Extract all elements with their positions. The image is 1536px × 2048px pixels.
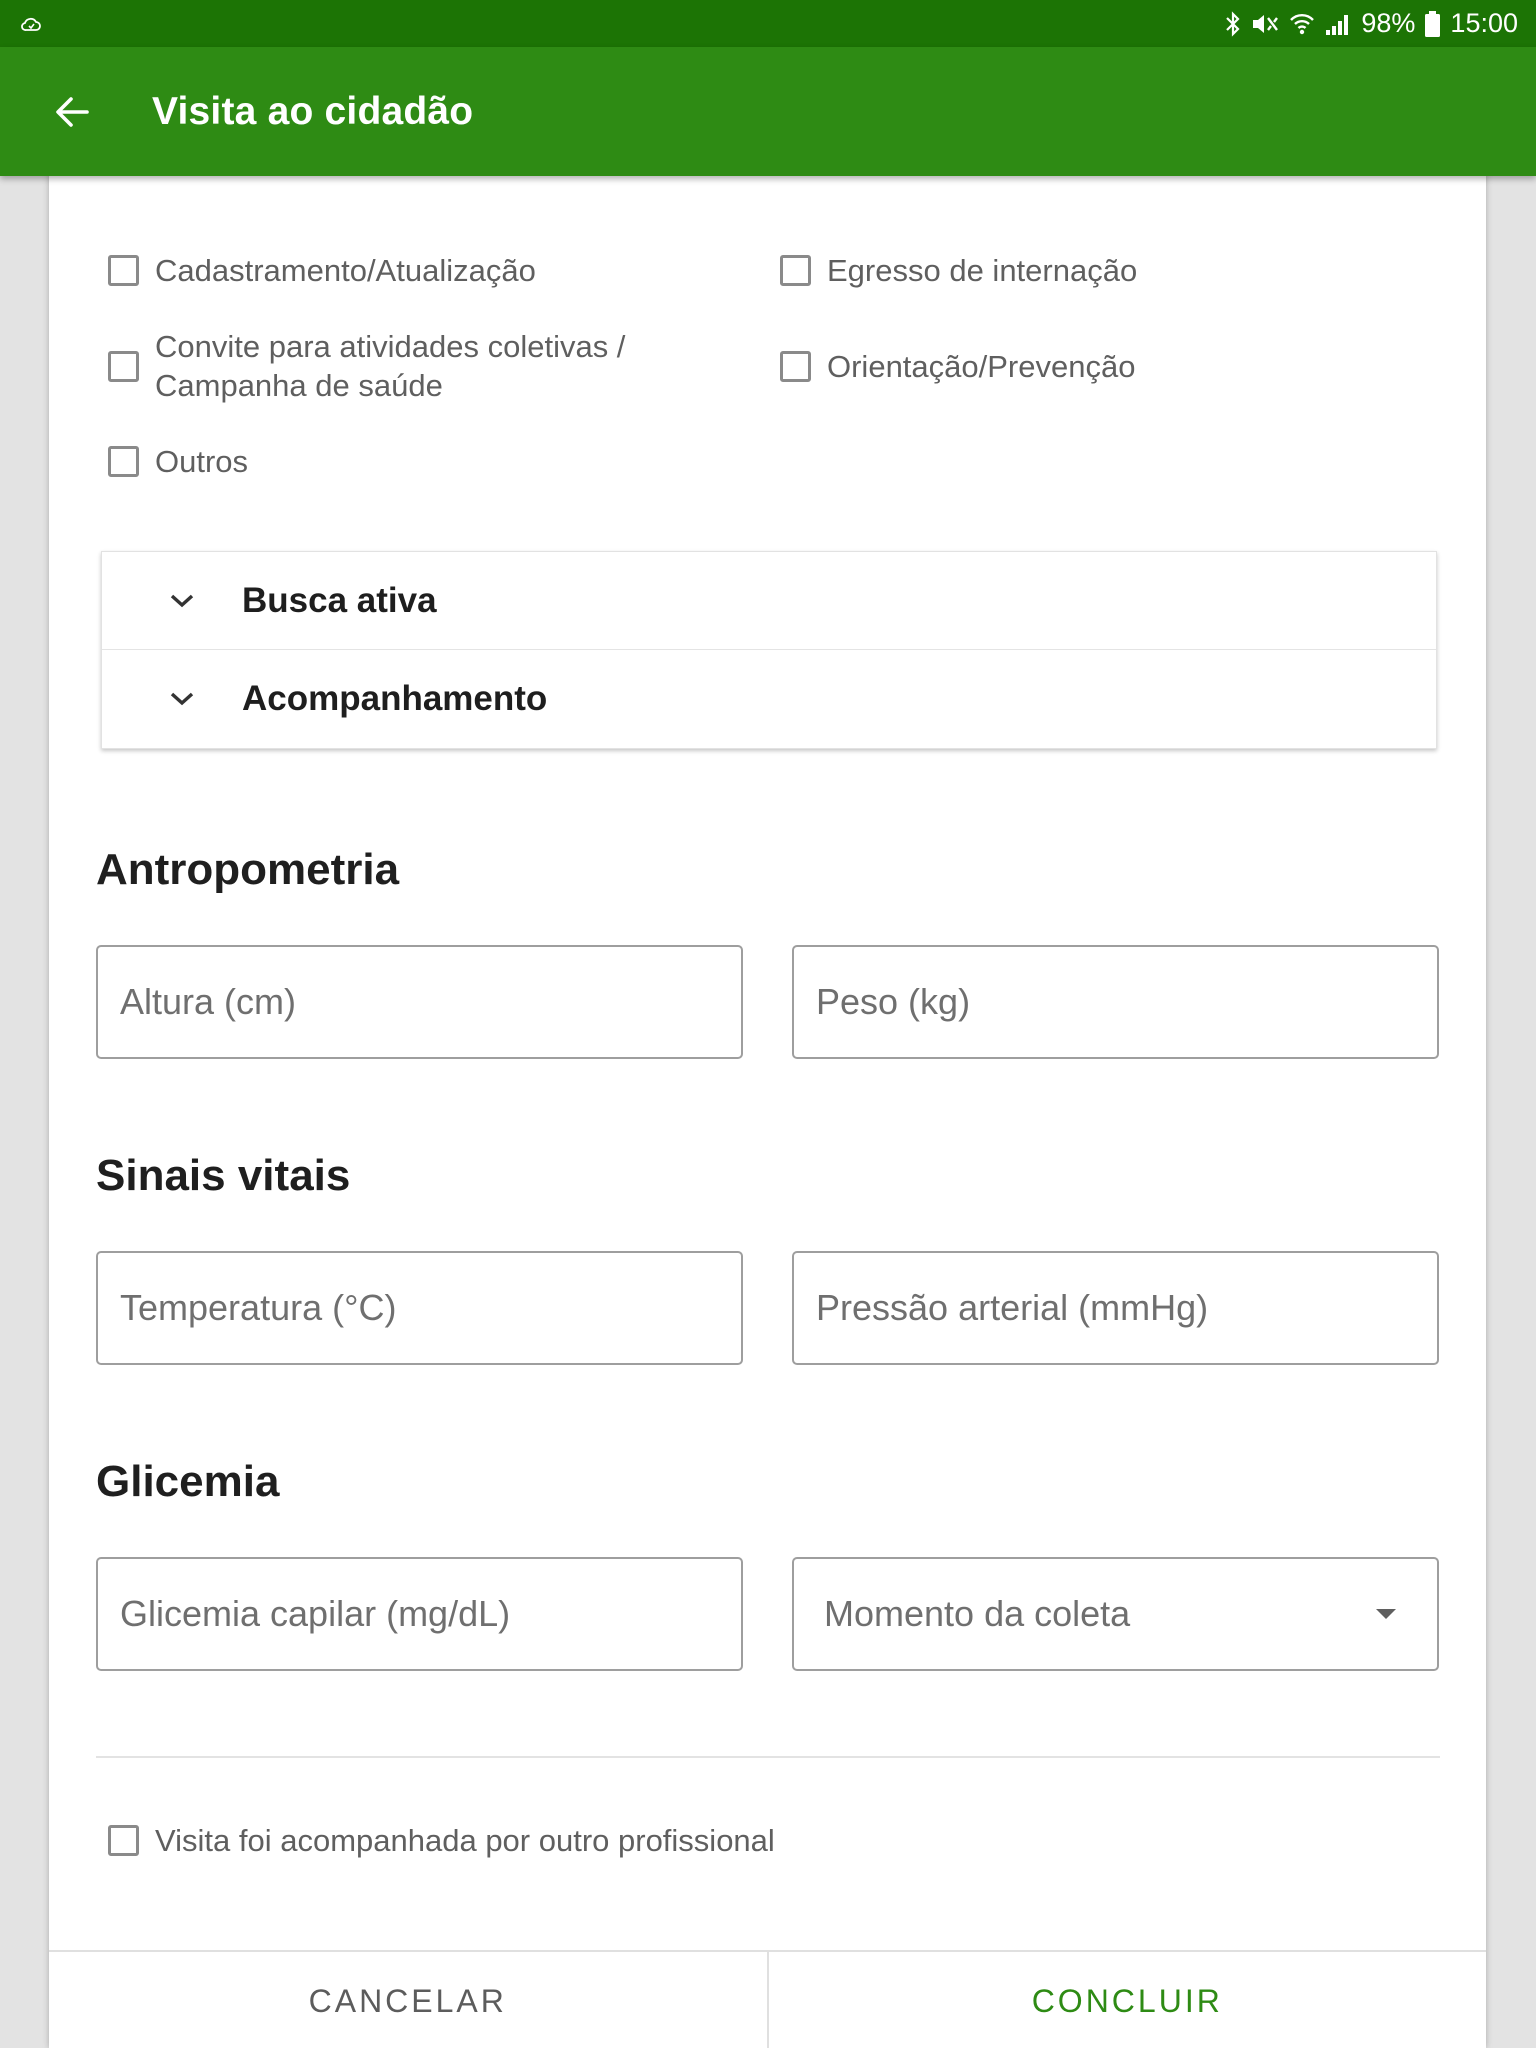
- momento-coleta-select[interactable]: Momento da coleta: [792, 1557, 1439, 1671]
- reason-label: Outros: [155, 444, 249, 479]
- acompanhada-checkbox[interactable]: Visita foi acompanhada por outro profiss…: [108, 1821, 1008, 1860]
- checkbox[interactable]: [108, 255, 139, 286]
- altura-field[interactable]: [96, 945, 743, 1059]
- accordion-label: Acompanhamento: [242, 678, 548, 718]
- checkbox[interactable]: [108, 446, 139, 477]
- section-title-antropometria: Antropometria: [96, 845, 400, 894]
- reason-label: Cadastramento/Atualização: [155, 253, 536, 288]
- page-title: Visita ao cidadão: [152, 89, 474, 133]
- reason-label: Convite para atividades coletivas / Camp…: [155, 329, 626, 403]
- reason-checkbox-egresso[interactable]: Egresso de internação: [780, 251, 1380, 290]
- chevron-down-icon: [162, 593, 202, 609]
- app-bar: Visita ao cidadão: [0, 47, 1536, 176]
- checkbox[interactable]: [780, 255, 811, 286]
- pressao-field[interactable]: [792, 1251, 1439, 1365]
- checkbox[interactable]: [108, 1825, 139, 1856]
- confirm-button[interactable]: CONCLUIR: [769, 1952, 1487, 2048]
- reason-checkbox-cadastramento[interactable]: Cadastramento/Atualização: [108, 251, 708, 290]
- altura-input[interactable]: [98, 947, 741, 1057]
- select-value: Momento da coleta: [824, 1593, 1131, 1634]
- dialog-footer: CANCELAR CONCLUIR: [49, 1950, 1486, 2048]
- accordion: Busca ativa Acompanhamento: [101, 551, 1437, 749]
- glicemia-capilar-input[interactable]: [98, 1559, 741, 1669]
- cancel-button[interactable]: CANCELAR: [49, 1952, 769, 2048]
- battery-percent: 98%: [1361, 8, 1416, 38]
- wifi-icon: [1289, 11, 1315, 37]
- acompanhada-label: Visita foi acompanhada por outro profiss…: [155, 1823, 775, 1858]
- checkbox[interactable]: [780, 351, 811, 382]
- visit-form-card: Cadastramento/Atualização Egresso de int…: [49, 150, 1486, 2048]
- accordion-item-busca-ativa[interactable]: Busca ativa: [102, 552, 1436, 649]
- reason-checkbox-orientacao[interactable]: Orientação/Prevenção: [780, 347, 1380, 386]
- glicemia-capilar-field[interactable]: [96, 1557, 743, 1671]
- battery-icon: [1425, 10, 1441, 37]
- peso-field[interactable]: [792, 945, 1439, 1059]
- pressao-input[interactable]: [794, 1253, 1437, 1363]
- temperatura-input[interactable]: [98, 1253, 741, 1363]
- cloud-sync-icon: [20, 15, 42, 33]
- status-bar: 98% 15:00: [0, 0, 1536, 47]
- clock: 15:00: [1450, 8, 1518, 38]
- temperatura-field[interactable]: [96, 1251, 743, 1365]
- checkbox[interactable]: [108, 350, 139, 382]
- bluetooth-icon: [1225, 10, 1241, 37]
- arrow-back-icon: [56, 96, 89, 127]
- section-title-sinais-vitais: Sinais vitais: [96, 1151, 351, 1200]
- section-title-glicemia: Glicemia: [96, 1457, 280, 1506]
- accordion-label: Busca ativa: [242, 580, 437, 620]
- accordion-item-acompanhamento[interactable]: Acompanhamento: [102, 649, 1436, 747]
- reason-label: Egresso de internação: [827, 253, 1138, 288]
- reason-label: Orientação/Prevenção: [827, 349, 1136, 384]
- reason-checkbox-outros[interactable]: Outros: [108, 442, 508, 481]
- signal-icon: [1325, 12, 1351, 36]
- reason-checkbox-convite[interactable]: Convite para atividades coletivas / Camp…: [108, 327, 668, 405]
- back-button[interactable]: [32, 72, 112, 152]
- mute-icon: [1251, 12, 1279, 36]
- peso-input[interactable]: [794, 947, 1437, 1057]
- divider: [96, 1756, 1440, 1758]
- dropdown-arrow-icon: [1376, 1609, 1396, 1619]
- chevron-down-icon: [162, 691, 202, 707]
